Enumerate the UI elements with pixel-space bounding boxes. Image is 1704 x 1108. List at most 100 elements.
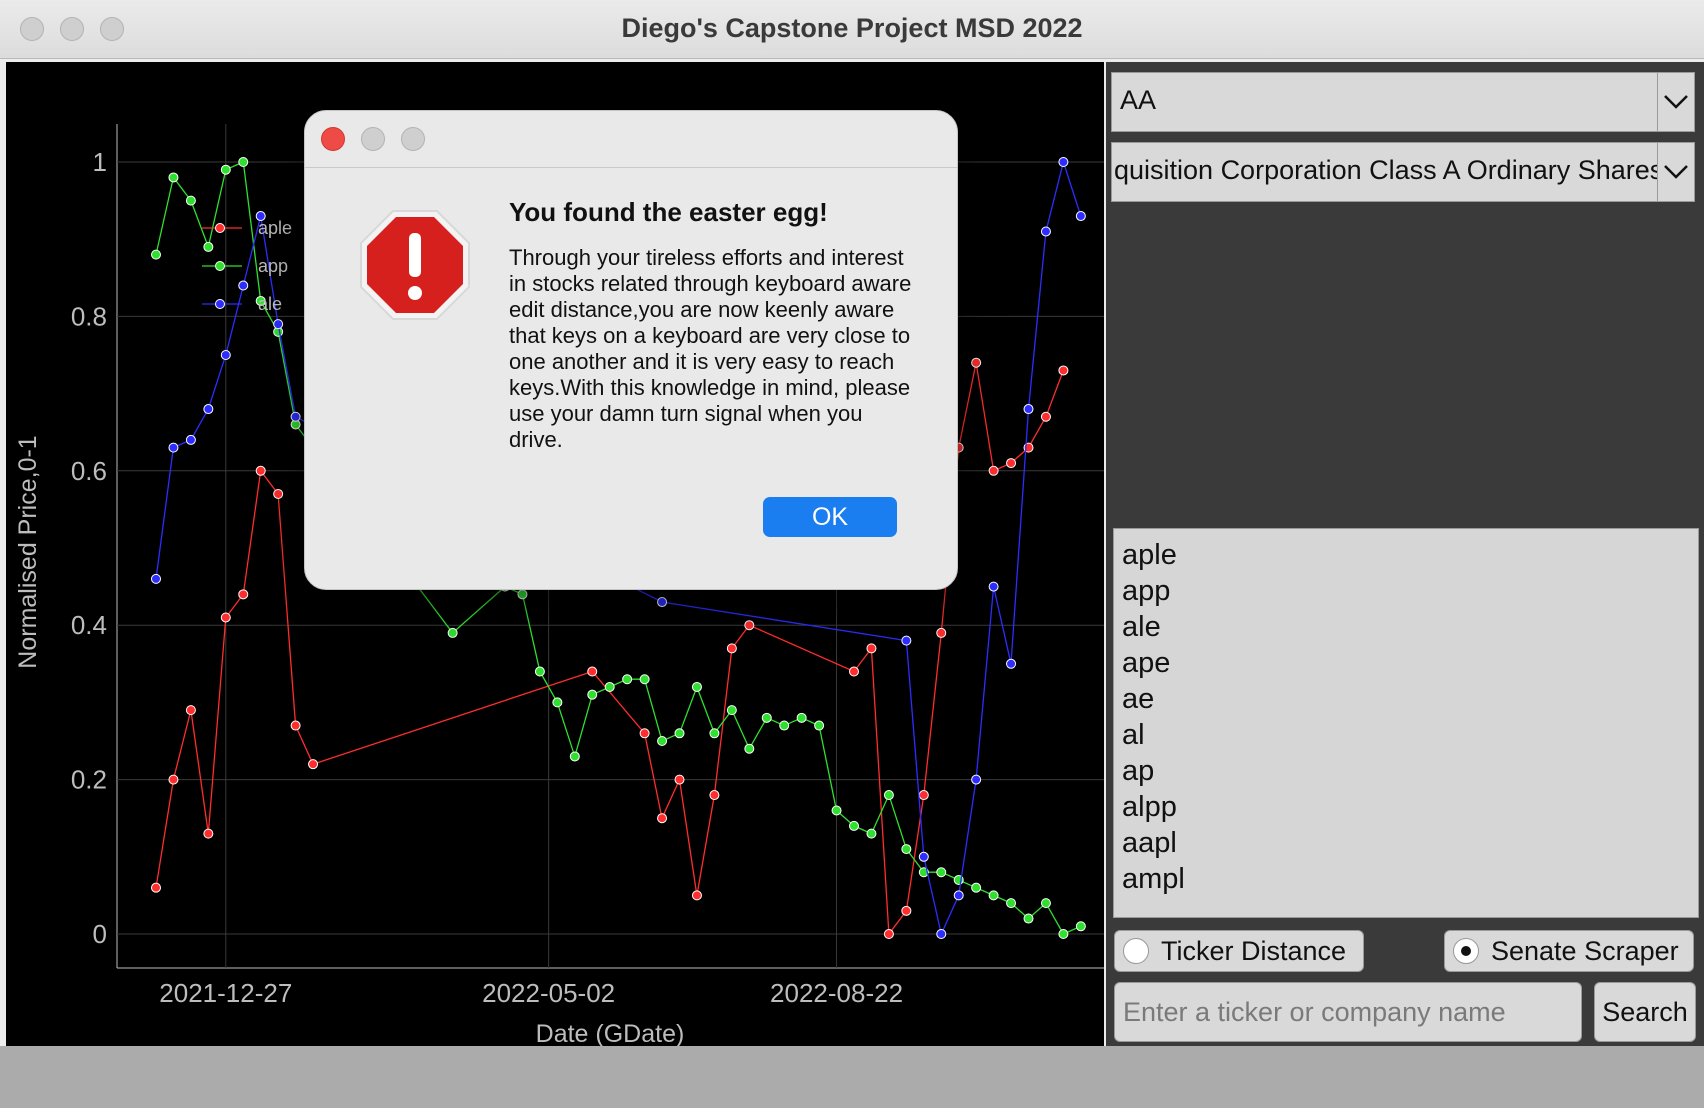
data-point-app xyxy=(587,689,598,700)
data-point-app xyxy=(1058,929,1069,939)
data-point-app xyxy=(552,697,563,708)
data-point-app xyxy=(988,890,999,901)
chevron-down-icon[interactable] xyxy=(1657,73,1694,131)
x-tick-label: 2022-05-02 xyxy=(482,978,615,1008)
data-point-aple xyxy=(936,627,947,638)
window-title: Diego's Capstone Project MSD 2022 xyxy=(621,13,1083,43)
data-point-aple xyxy=(587,666,598,677)
data-point-app xyxy=(220,164,231,175)
data-point-app xyxy=(971,882,982,893)
list-item[interactable]: aapl xyxy=(1122,825,1698,861)
list-item[interactable]: alpp xyxy=(1122,789,1698,825)
data-point-app xyxy=(151,249,161,260)
data-point-aple xyxy=(901,905,912,916)
data-point-app xyxy=(1006,898,1017,909)
data-point-ale xyxy=(1040,226,1051,237)
list-item[interactable]: aple xyxy=(1122,537,1698,573)
senate-scraper-label: Senate Scraper xyxy=(1491,935,1679,966)
data-point-app xyxy=(657,736,668,746)
ticker-distance-radio[interactable]: Ticker Distance xyxy=(1114,930,1364,972)
search-button[interactable]: Search xyxy=(1594,982,1696,1042)
data-point-app xyxy=(761,712,772,723)
y-tick-label: 0.2 xyxy=(71,765,107,795)
status-bar xyxy=(0,1046,1704,1108)
list-item[interactable]: ape xyxy=(1122,645,1698,681)
chevron-down-icon[interactable] xyxy=(1657,143,1694,201)
senate-scraper-radio[interactable]: Senate Scraper xyxy=(1444,930,1694,972)
radio-checked-icon xyxy=(1453,938,1479,964)
data-point-app xyxy=(849,820,859,831)
data-point-aple xyxy=(691,890,702,901)
data-point-aple xyxy=(290,720,301,731)
data-point-aple xyxy=(849,666,859,677)
data-point-app xyxy=(936,867,947,878)
data-point-aple xyxy=(308,759,319,770)
suggestion-list[interactable]: aple app ale ape ae al ap alpp aapl ampl xyxy=(1113,528,1699,918)
data-point-app xyxy=(779,720,790,731)
legend-marker-app xyxy=(215,261,225,271)
radio-unchecked-icon xyxy=(1123,938,1149,964)
data-point-aple xyxy=(151,882,161,893)
data-point-app xyxy=(1040,898,1051,909)
y-tick-label: 0 xyxy=(93,919,107,949)
search-input[interactable] xyxy=(1114,982,1582,1042)
data-point-app xyxy=(1023,913,1034,924)
ticker-combobox[interactable]: AA xyxy=(1111,72,1695,132)
data-point-aple xyxy=(220,612,231,623)
list-item[interactable]: ap xyxy=(1122,753,1698,789)
data-point-app xyxy=(796,712,807,723)
data-point-app xyxy=(831,805,842,816)
list-item[interactable]: ampl xyxy=(1122,861,1698,897)
company-combobox[interactable]: quisition Corporation Class A Ordinary S… xyxy=(1111,142,1695,202)
data-point-app xyxy=(185,195,196,206)
data-point-app xyxy=(203,241,214,252)
list-item[interactable]: app xyxy=(1122,573,1698,609)
data-point-app xyxy=(744,743,755,754)
y-tick-label: 0.6 xyxy=(71,456,107,486)
company-combobox-value: quisition Corporation Class A Ordinary S… xyxy=(1114,155,1664,185)
list-item[interactable]: ale xyxy=(1122,609,1698,645)
legend-label-aple: aple xyxy=(258,218,292,238)
dialog-title-bar xyxy=(305,111,957,168)
ticker-distance-label: Ticker Distance xyxy=(1161,935,1347,966)
data-point-aple xyxy=(709,790,720,801)
data-point-ale xyxy=(238,280,249,291)
list-item[interactable]: ae xyxy=(1122,681,1698,717)
list-item[interactable]: al xyxy=(1122,717,1698,753)
dialog-close-button[interactable] xyxy=(321,127,345,151)
title-bar: Diego's Capstone Project MSD 2022 xyxy=(0,0,1704,59)
y-tick-label: 0.4 xyxy=(71,610,107,640)
data-point-app xyxy=(883,790,894,801)
ok-button[interactable]: OK xyxy=(763,497,897,537)
data-point-aple xyxy=(1040,411,1051,422)
legend-marker-aple xyxy=(215,223,225,233)
app-window: Diego's Capstone Project MSD 2022 0 0.2 0.… xyxy=(0,0,1704,1108)
x-tick-label: 2022-08-22 xyxy=(770,978,903,1008)
data-point-app xyxy=(1075,921,1086,932)
dialog-heading: You found the easter egg! xyxy=(509,197,828,227)
data-point-ale xyxy=(1058,157,1069,167)
data-point-ale xyxy=(220,350,231,360)
data-point-ale xyxy=(657,597,668,608)
alert-stop-icon xyxy=(360,210,470,320)
dialog-minimize-button xyxy=(361,127,385,151)
data-point-ale xyxy=(185,434,196,445)
ticker-combobox-value: AA xyxy=(1120,85,1157,115)
data-point-aple xyxy=(639,728,650,739)
data-point-ale xyxy=(168,442,179,453)
data-point-app xyxy=(726,705,737,716)
data-point-app xyxy=(814,720,825,731)
data-point-aple xyxy=(185,705,196,716)
data-point-app xyxy=(517,589,528,600)
dialog-message: Through your tireless efforts and intere… xyxy=(509,245,912,452)
data-point-app xyxy=(604,681,615,692)
data-point-ale xyxy=(988,581,999,592)
data-point-app xyxy=(866,828,877,839)
data-point-aple xyxy=(168,774,179,785)
data-point-ale xyxy=(918,851,929,862)
right-panel: AA quisition Corporation Class A Ordinar… xyxy=(1106,62,1704,1046)
legend-marker-ale xyxy=(215,299,225,309)
data-point-ale xyxy=(273,319,284,330)
data-point-app xyxy=(674,728,685,739)
data-point-ale xyxy=(1075,211,1086,222)
